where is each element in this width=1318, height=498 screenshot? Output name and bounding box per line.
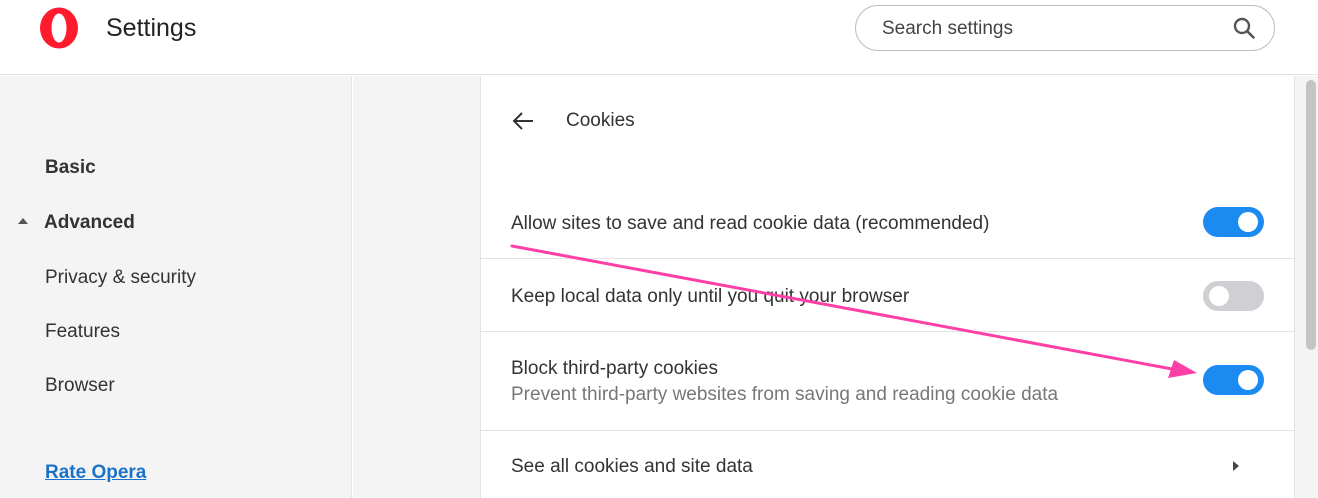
app-title: Settings	[106, 14, 197, 42]
back-arrow-icon[interactable]	[511, 110, 535, 132]
setting-label: Keep local data only until you quit your…	[511, 286, 910, 307]
setting-row-allow-cookies: Allow sites to save and read cookie data…	[481, 186, 1294, 259]
sidebar-item-advanced[interactable]: Advanced	[44, 212, 135, 234]
setting-row-keep-local-data: Keep local data only until you quit your…	[481, 259, 1294, 332]
sidebar: Basic Advanced Privacy & security Featur…	[0, 76, 352, 498]
setting-row-block-third-party: Block third-party cookies Prevent third-…	[481, 332, 1294, 431]
setting-label: Block third-party cookies	[511, 358, 718, 379]
toggle-knob	[1238, 212, 1258, 232]
content-gutter	[353, 76, 480, 498]
block-third-party-toggle[interactable]	[1203, 365, 1264, 395]
scrollbar-thumb[interactable]	[1306, 80, 1316, 350]
search-box[interactable]	[855, 5, 1275, 51]
caret-up-icon[interactable]	[18, 218, 28, 224]
keep-local-data-toggle[interactable]	[1203, 281, 1264, 311]
chevron-right-icon	[1233, 461, 1239, 471]
sidebar-item-privacy-security[interactable]: Privacy & security	[45, 267, 196, 289]
allow-cookies-toggle[interactable]	[1203, 207, 1264, 237]
opera-logo-icon[interactable]	[38, 7, 80, 49]
see-all-cookies-row[interactable]: See all cookies and site data	[481, 431, 1294, 498]
setting-description: Prevent third-party websites from saving…	[511, 384, 1059, 405]
sidebar-item-basic[interactable]: Basic	[45, 157, 96, 179]
rate-opera-link[interactable]: Rate Opera	[45, 462, 146, 484]
search-input[interactable]	[882, 16, 1212, 42]
sidebar-item-features[interactable]: Features	[45, 321, 120, 343]
toggle-knob	[1209, 286, 1229, 306]
header: Settings	[0, 0, 1318, 75]
search-icon[interactable]	[1232, 16, 1256, 40]
setting-label: See all cookies and site data	[511, 456, 753, 477]
sidebar-item-browser[interactable]: Browser	[45, 375, 115, 397]
toggle-knob	[1238, 370, 1258, 390]
cookies-settings-card: Cookies Allow sites to save and read coo…	[480, 76, 1295, 498]
setting-label: Allow sites to save and read cookie data…	[511, 213, 990, 234]
page-title: Cookies	[566, 110, 635, 131]
